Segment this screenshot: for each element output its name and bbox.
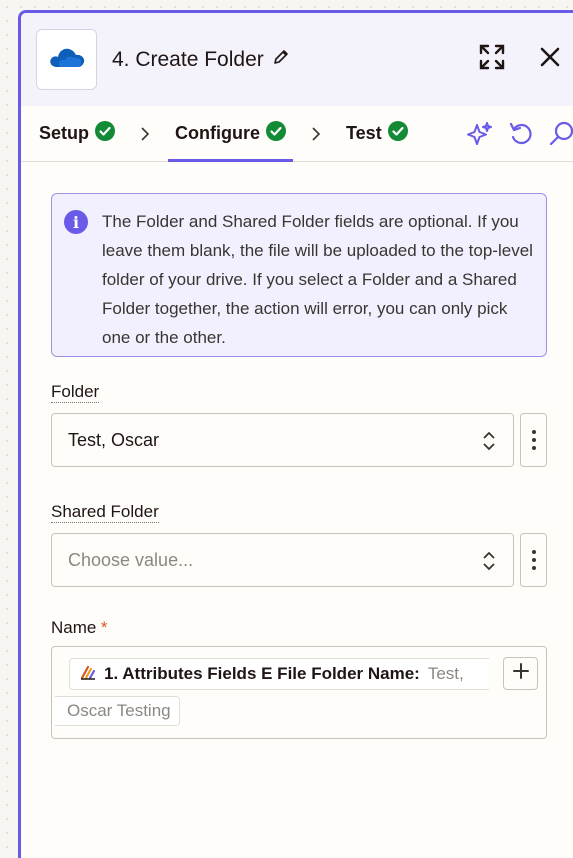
- info-callout: i The Folder and Shared Folder fields ar…: [51, 193, 547, 357]
- shared-folder-select[interactable]: Choose value...: [51, 533, 514, 587]
- configure-form: i The Folder and Shared Folder fields ar…: [21, 162, 573, 739]
- tab-setup[interactable]: Setup: [39, 106, 116, 161]
- chevron-right-icon: [311, 126, 321, 142]
- app-tile[interactable]: [36, 29, 97, 90]
- search-icon[interactable]: [548, 120, 573, 153]
- mapped-field-token[interactable]: 1. Attributes Fields E File Folder Name:…: [69, 658, 489, 690]
- insert-data-button[interactable]: [503, 657, 538, 690]
- token-label: 1. Attributes Fields E File Folder Name:: [104, 664, 420, 683]
- info-icon: i: [64, 210, 88, 234]
- expand-icon[interactable]: [478, 43, 506, 71]
- folder-more-options-button[interactable]: [520, 413, 547, 467]
- folder-select[interactable]: Test, Oscar: [51, 413, 514, 467]
- shared-folder-more-options-button[interactable]: [520, 533, 547, 587]
- zapier-app-icon: [80, 664, 96, 685]
- required-marker: *: [100, 618, 108, 637]
- onedrive-cloud-icon: [48, 45, 86, 74]
- step-header: 4. Create Folder: [21, 13, 573, 106]
- undo-icon[interactable]: [507, 120, 535, 153]
- pencil-icon[interactable]: [272, 48, 290, 72]
- check-circle-icon: [95, 121, 116, 146]
- shared-folder-placeholder: Choose value...: [68, 549, 194, 570]
- token-value-start: Test,: [427, 664, 464, 683]
- token-value-continuation: Oscar Testing: [55, 696, 180, 726]
- tab-configure-label: Configure: [175, 123, 261, 143]
- step-editor-panel: 4. Create Folder Setup Configure Test i …: [18, 10, 573, 858]
- plus-icon: [512, 662, 530, 685]
- folder-value: Test, Oscar: [68, 429, 160, 450]
- info-text: The Folder and Shared Folder fields are …: [102, 212, 533, 347]
- check-circle-icon: [266, 121, 287, 146]
- folder-label: Folder: [51, 382, 100, 403]
- tab-configure[interactable]: Configure: [168, 106, 294, 162]
- chevron-up-down-icon: [482, 550, 496, 577]
- name-field[interactable]: 1. Attributes Fields E File Folder Name:…: [51, 646, 547, 739]
- tab-setup-label: Setup: [39, 123, 90, 143]
- chevron-up-down-icon: [482, 430, 496, 457]
- check-circle-icon: [387, 121, 408, 146]
- shared-folder-label: Shared Folder: [51, 502, 159, 523]
- step-title[interactable]: 4. Create Folder: [112, 48, 290, 72]
- close-icon[interactable]: [536, 43, 564, 71]
- chevron-right-icon: [140, 126, 150, 142]
- step-tabs: Setup Configure Test: [21, 106, 573, 162]
- tab-test-label: Test: [346, 123, 382, 143]
- tab-test[interactable]: Test: [346, 106, 408, 161]
- sparkle-icon[interactable]: [466, 120, 494, 153]
- step-title-text: 4. Create Folder: [112, 47, 264, 71]
- name-label: Name: [51, 618, 97, 637]
